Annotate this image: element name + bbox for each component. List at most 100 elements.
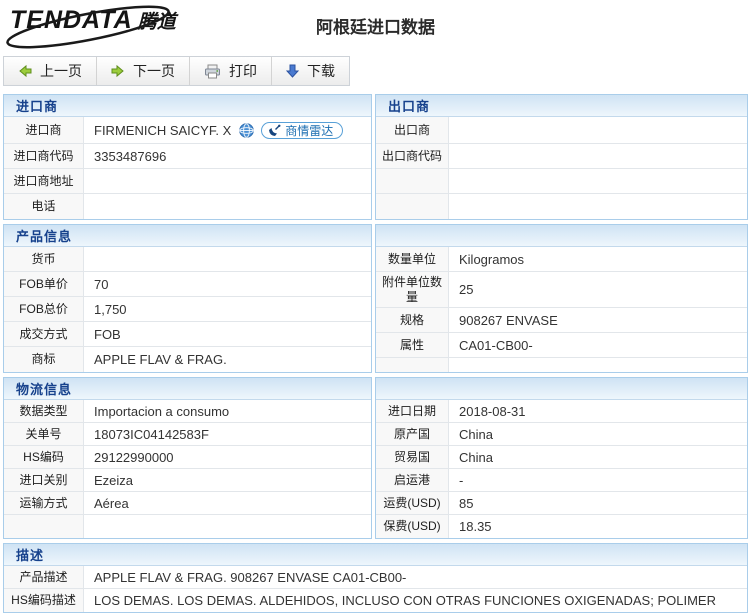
row-value: Importacion a consumo [84, 400, 371, 422]
table-row: 贸易国 China [376, 446, 747, 469]
row-value [449, 144, 747, 168]
row-value: 18.35 [449, 515, 747, 538]
description-section: 描述 产品描述 APPLE FLAV & FRAG. 908267 ENVASE… [3, 543, 748, 613]
table-row: 成交方式 FOB [4, 322, 371, 347]
row-label: 保费(USD) [376, 515, 449, 538]
row-label: HS编码描述 [4, 589, 84, 612]
table-row: 数量单位 Kilogramos [376, 247, 747, 272]
print-label: 打印 [229, 61, 257, 81]
importer-section: 进口商 进口商 FIRMENICH SAICYF. X [3, 94, 372, 220]
prev-page-button[interactable]: 上一页 [4, 57, 97, 85]
row-label: 进口日期 [376, 400, 449, 422]
table-row: 运输方式 Aérea [4, 492, 371, 515]
row-value: APPLE FLAV & FRAG. [84, 347, 371, 372]
table-row: FOB单价 70 [4, 272, 371, 297]
globe-icon[interactable] [239, 123, 254, 138]
row-label: 出口商代码 [376, 144, 449, 168]
row-value: 908267 ENVASE [449, 308, 747, 332]
page: TENDATA腾道 阿根廷进口数据 上一页 下一页 打印 [0, 0, 751, 613]
row-value [449, 169, 747, 193]
row-label: 数量单位 [376, 247, 449, 271]
row-label: 启运港 [376, 469, 449, 491]
arrow-right-icon [111, 64, 125, 78]
exporter-section: 出口商 出口商 出口商代码 [375, 94, 748, 220]
prev-page-label: 上一页 [40, 61, 82, 81]
table-row: HS编码 29122990000 [4, 446, 371, 469]
exporter-section-title: 出口商 [376, 95, 747, 117]
print-or-next-label: 下一页 [133, 61, 175, 81]
row-value [449, 117, 747, 143]
row-label: 进口商代码 [4, 144, 84, 168]
table-row: 商标 APPLE FLAV & FRAG. [4, 347, 371, 372]
row-label: 进口商 [4, 117, 84, 143]
product-section-right-header [376, 225, 747, 247]
page-title: 阿根廷进口数据 [0, 13, 751, 38]
table-row: 属性 CA01-CB00- [376, 333, 747, 358]
importer-name-cell: FIRMENICH SAICYF. X [84, 117, 371, 143]
row-label: 货币 [4, 247, 84, 271]
importer-name: FIRMENICH SAICYF. X [94, 123, 231, 138]
row-label: 关单号 [4, 423, 84, 445]
download-label: 下载 [307, 61, 335, 81]
table-row: 出口商 [376, 117, 747, 144]
product-section-right: 数量单位 Kilogramos 附件单位数量 25 规格 908267 ENVA… [375, 224, 748, 373]
download-button[interactable]: 下载 [272, 57, 349, 85]
print-button[interactable]: 打印 [190, 57, 272, 85]
product-section-left: 产品信息 货币 FOB单价 70 FOB总价 1,750 成交方式 FOB 商标… [3, 224, 372, 373]
row-value: 29122990000 [84, 446, 371, 468]
row-label: 进口商地址 [4, 169, 84, 193]
row-label: 出口商 [376, 117, 449, 143]
row-value: 1,750 [84, 297, 371, 321]
row-label: 电话 [4, 194, 84, 219]
row-label: 规格 [376, 308, 449, 332]
row-value: 18073IC04142583F [84, 423, 371, 445]
row-value: - [449, 469, 747, 491]
row-label [376, 358, 449, 372]
toolbar: 上一页 下一页 打印 下载 [3, 56, 350, 86]
radar-icon [268, 124, 281, 137]
row-label [4, 515, 84, 538]
row-value: 3353487696 [84, 144, 371, 168]
logistics-section-right: 进口日期 2018-08-31 原产国 China 贸易国 China 启运港 … [375, 377, 748, 539]
row-label: 商标 [4, 347, 84, 372]
row-value: China [449, 423, 747, 445]
row-value: 2018-08-31 [449, 400, 747, 422]
next-page-button[interactable]: 下一页 [97, 57, 190, 85]
row-value: APPLE FLAV & FRAG. 908267 ENVASE CA01-CB… [84, 566, 747, 588]
row-value [84, 169, 371, 193]
row-label: 原产国 [376, 423, 449, 445]
table-row: 进口日期 2018-08-31 [376, 400, 747, 423]
empty-row [376, 358, 747, 372]
row-value: Kilogramos [449, 247, 747, 271]
row-label: FOB单价 [4, 272, 84, 296]
row-value: 25 [449, 272, 747, 307]
arrow-down-icon [286, 64, 299, 78]
table-row: 货币 [4, 247, 371, 272]
row-label: 数据类型 [4, 400, 84, 422]
row-value [449, 194, 747, 219]
row-value: 70 [84, 272, 371, 296]
table-row: HS编码描述 LOS DEMAS. LOS DEMAS. ALDEHIDOS, … [4, 589, 747, 612]
row-label: FOB总价 [4, 297, 84, 321]
row-value: CA01-CB00- [449, 333, 747, 357]
empty-row [4, 515, 371, 538]
row-label: 附件单位数量 [376, 272, 449, 307]
arrow-left-icon [18, 64, 32, 78]
row-value [84, 247, 371, 271]
table-row: 进口商地址 [4, 169, 371, 194]
row-value: 85 [449, 492, 747, 514]
table-row: FOB总价 1,750 [4, 297, 371, 322]
table-row: 电话 [4, 194, 371, 219]
row-value: LOS DEMAS. LOS DEMAS. ALDEHIDOS, INCLUSO… [84, 589, 747, 612]
table-row: 保费(USD) 18.35 [376, 515, 747, 538]
logistics-section-left: 物流信息 数据类型 Importacion a consumo 关单号 1807… [3, 377, 372, 539]
printer-icon [204, 64, 221, 79]
business-radar-badge[interactable]: 商情雷达 [261, 122, 343, 139]
table-row: 产品描述 APPLE FLAV & FRAG. 908267 ENVASE CA… [4, 566, 747, 589]
table-row [376, 169, 747, 194]
row-value: China [449, 446, 747, 468]
row-value: FOB [84, 322, 371, 346]
row-label: 贸易国 [376, 446, 449, 468]
row-label: 产品描述 [4, 566, 84, 588]
table-row [376, 194, 747, 219]
